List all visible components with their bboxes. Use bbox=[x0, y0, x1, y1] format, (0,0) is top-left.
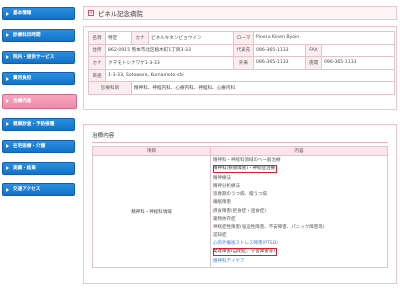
main-content: + ピネル記念病院 名称 特定 カナ ピネルキネンビョウイン ローマ Piner… bbox=[83, 6, 397, 110]
treatment-list-item: 精神分析療法 bbox=[213, 184, 240, 190]
cell-value: 精神科、神経内科、心療内科、神経科、心療内科 bbox=[130, 81, 396, 95]
sidebar-item-label: 治療内容 bbox=[13, 99, 32, 105]
sidebar-item-basic-info[interactable]: 基本情報 bbox=[2, 7, 75, 20]
column-header-content: 内容 bbox=[210, 146, 388, 156]
cell-value: 096-365-1133 bbox=[320, 56, 396, 70]
sidebar-item-label: 診療科目時間 bbox=[13, 32, 41, 38]
table-row: 診療科目 精神科、神経内科、心療内科、神経科、心療内科 bbox=[88, 81, 396, 95]
category-cell: 精神科・神経科領域 bbox=[92, 154, 211, 269]
treatment-list-item: 精神科デイケア bbox=[213, 259, 245, 265]
cell-label: ローマ bbox=[233, 31, 254, 45]
sidebar-item-label: 実績・結果 bbox=[13, 165, 36, 171]
treatment-title: 治療内容 bbox=[92, 131, 388, 143]
cell-value: 特定 bbox=[105, 31, 132, 45]
arrow-right-icon bbox=[6, 122, 9, 127]
treatment-list-item: 摂食障害(拒食症・過食症) bbox=[213, 208, 267, 214]
cell-value bbox=[320, 43, 396, 58]
arrow-right-icon bbox=[6, 55, 9, 60]
cell-label: 住所 bbox=[88, 43, 106, 58]
page-frame: 基本情報 診療科目時間 院内・提供サービス 費用負担 治療内容 健康診査・予防接… bbox=[0, 0, 400, 288]
cell-label: 英語 bbox=[88, 68, 106, 83]
plus-box-icon: + bbox=[88, 10, 94, 16]
sidebar-item-label: 費用負担 bbox=[13, 76, 32, 82]
treatment-list-item: 認知症 bbox=[213, 232, 227, 238]
table-row: 住所 862-0915 熊本市北区植木町1丁目3-33 代表先 096-365-… bbox=[88, 43, 396, 58]
arrow-right-icon bbox=[6, 144, 9, 149]
table-header-row: 項目 内容 bbox=[92, 146, 388, 156]
sidebar-item-hours[interactable]: 診療科目時間 bbox=[2, 28, 75, 42]
sidebar-item-label: 院内・提供サービス bbox=[13, 54, 55, 60]
cell-label: 名称 bbox=[88, 31, 106, 45]
sidebar-item-label: 在宅医療・介護 bbox=[13, 143, 46, 149]
basic-info-box: 名称 特定 カナ ピネルキネンビョウイン ローマ Pineru Kinen By… bbox=[83, 26, 397, 110]
arrow-right-icon bbox=[6, 166, 9, 171]
treatment-list-item: 発達障害(自閉症、学習障害等) bbox=[213, 248, 278, 257]
cell-value: 862-0915 熊本市北区植木町1丁目3-33 bbox=[105, 43, 234, 58]
treatment-list-item: 薬物依存症 bbox=[213, 216, 236, 222]
sidebar-item-treatment[interactable]: 治療内容 bbox=[2, 94, 77, 110]
sidebar-item-checkups[interactable]: 健康診査・予防接種 bbox=[2, 117, 75, 131]
treatment-table: 項目 内容 精神科・神経科領域 精神科・神経科領域のへ一般治療精神科(摂食障害)… bbox=[92, 146, 388, 269]
arrow-right-icon bbox=[6, 11, 9, 16]
treatment-list-item: 心的外傷後ストレス障害(PTSD) bbox=[213, 240, 278, 246]
cell-label: FAX bbox=[305, 43, 322, 58]
cell-value: 1-3-33, Sotowara, Kumamoto-shi bbox=[104, 68, 396, 83]
cell-label: カナ bbox=[88, 56, 106, 70]
sidebar-item-label: 交通アクセス bbox=[13, 187, 41, 193]
treatment-list-item: 思春期のうつ病、躁うつ病 bbox=[213, 192, 267, 198]
arrow-right-icon bbox=[6, 187, 9, 192]
basic-info-table: 名称 特定 カナ ピネルキネンビョウイン ローマ Pineru Kinen By… bbox=[88, 31, 396, 95]
cell-label: 診療科目 bbox=[88, 81, 132, 95]
treatment-box: 治療内容 項目 内容 精神科・神経科領域 精神科・神経科領域のへ一般治療精神科(… bbox=[83, 124, 397, 284]
table-row: 英語 1-3-33, Sotowara, Kumamoto-shi bbox=[88, 68, 396, 83]
table-row: 名称 特定 カナ ピネルキネンビョウイン ローマ Pineru Kinen By… bbox=[88, 31, 396, 45]
treatment-list-item: 精神科・神経科領域のへ一般治療 bbox=[213, 158, 281, 163]
hospital-title-bar: + ピネル記念病院 bbox=[83, 6, 397, 20]
sidebar-item-label: 基本情報 bbox=[13, 11, 32, 16]
treatment-list-item: 精神療法 bbox=[213, 176, 231, 182]
table-row: カナ クマモトシナワゲ1-3-33 外来 096-365-1133 夜間 096… bbox=[88, 56, 396, 70]
cell-label: 外来 bbox=[233, 56, 254, 70]
cell-label: 夜間 bbox=[305, 56, 322, 70]
sidebar-item-costs[interactable]: 費用負担 bbox=[2, 72, 75, 86]
table-row: 精神科・神経科領域 精神科・神経科領域のへ一般治療精神科(摂食障害)・神経症治療… bbox=[92, 154, 388, 269]
sidebar-item-home-care[interactable]: 在宅医療・介護 bbox=[2, 139, 75, 153]
cell-value: クマモトシナワゲ1-3-33 bbox=[105, 56, 234, 70]
arrow-right-icon bbox=[6, 98, 9, 103]
content-cell: 精神科・神経科領域のへ一般治療精神科(摂食障害)・神経症治療 精神療法精神分析療法… bbox=[210, 154, 388, 269]
column-header-item: 項目 bbox=[92, 146, 211, 156]
cell-value: Pineru Kinen Byoin bbox=[252, 31, 396, 45]
arrow-right-icon bbox=[6, 33, 9, 38]
sidebar-item-access[interactable]: 交通アクセス bbox=[2, 183, 75, 197]
arrow-right-icon bbox=[6, 76, 9, 81]
sidebar-item-label: 健康診査・予防接種 bbox=[13, 121, 55, 127]
sidebar-item-results[interactable]: 実績・結果 bbox=[2, 161, 75, 175]
cell-value: 096-365-1133 bbox=[253, 43, 306, 58]
treatment-list-item: 精神科(摂食障害)・神経症治療 bbox=[213, 165, 278, 174]
treatment-list: 精神科・神経科領域のへ一般治療精神科(摂食障害)・神経症治療 精神療法精神分析療法… bbox=[211, 156, 387, 267]
sidebar-item-services[interactable]: 院内・提供サービス bbox=[2, 50, 75, 64]
cell-label: 代表先 bbox=[233, 43, 254, 58]
treatment-list-item: 睡眠障害 bbox=[213, 200, 231, 206]
cell-value: 096-365-1133 bbox=[253, 56, 306, 70]
cell-label: カナ bbox=[131, 31, 149, 45]
cell-value: ピネルキネンビョウイン bbox=[148, 31, 234, 45]
sidebar: 基本情報 診療科目時間 院内・提供サービス 費用負担 治療内容 健康診査・予防接… bbox=[2, 7, 77, 205]
page-title: ピネル記念病院 bbox=[98, 9, 143, 18]
treatment-list-item: 神経症性障害(強迫性障害、不安障害、パニック障害等) bbox=[213, 224, 325, 230]
